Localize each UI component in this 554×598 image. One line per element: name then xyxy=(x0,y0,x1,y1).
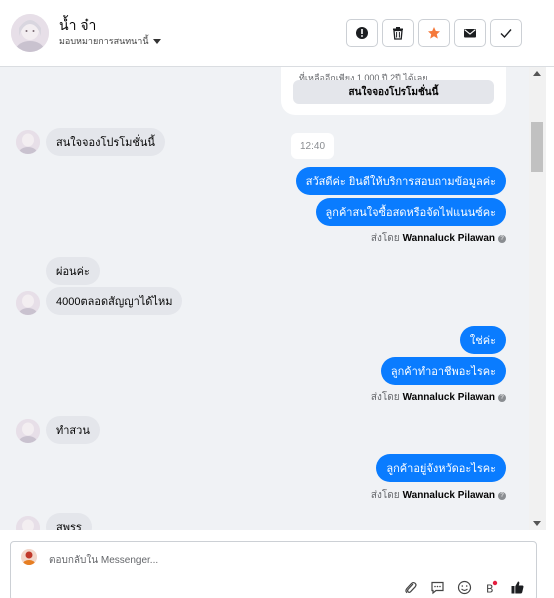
scroll-up-arrow-icon[interactable] xyxy=(533,71,541,76)
contact-avatar-small xyxy=(16,419,40,443)
message-timestamp: 12:40 xyxy=(291,133,334,159)
info-icon[interactable]: ? xyxy=(498,491,506,500)
mark-done-button[interactable] xyxy=(490,19,522,47)
incoming-message: 4000ตลอดสัญญาได้ไหม xyxy=(46,287,183,315)
thread-scrollbar[interactable] xyxy=(529,67,546,530)
sent-by-prefix: ส่งโดย xyxy=(370,233,400,244)
incoming-message: สพรร xyxy=(46,513,92,530)
svg-text:B: B xyxy=(486,583,494,596)
sent-by-prefix: ส่งโดย xyxy=(370,490,400,501)
outgoing-message: สวัสดีค่ะ ยินดีให้บริการสอบถามข้อมูลค่ะ xyxy=(295,167,506,195)
email-button[interactable] xyxy=(454,19,486,47)
page-avatar xyxy=(21,549,37,565)
emoji-icon[interactable] xyxy=(457,580,472,595)
envelope-icon xyxy=(464,29,476,38)
scroll-down-arrow-icon[interactable] xyxy=(533,521,541,526)
reply-placeholder: ตอบกลับใน Messenger... xyxy=(49,555,159,566)
contact-avatar-small xyxy=(16,291,40,315)
promotion-card-button[interactable]: สนใจจองโปรโมชั่นนี้ xyxy=(293,80,494,104)
sent-by-agent: Wannaluck Pilawan xyxy=(402,233,495,244)
incoming-message: ผ่อนค่ะ xyxy=(46,257,100,285)
outgoing-message: ลูกค้าสนใจซื้อสดหรือจัดไฟแนนซ์คะ xyxy=(315,198,506,226)
message-thread: ที่เหลืออีกเพียง 1,000 ปี 2ปี ได้เลย สนใ… xyxy=(0,67,529,530)
contact-avatar[interactable] xyxy=(11,14,49,52)
sent-by-label: ส่งโดย Wannaluck Pilawan ? xyxy=(371,488,506,503)
outgoing-message: ลูกค้าอยู่จังหวัดอะไรคะ xyxy=(376,454,506,482)
exclamation-icon xyxy=(356,27,368,39)
reply-input[interactable]: ตอบกลับใน Messenger... B xyxy=(10,541,537,598)
sent-by-label: ส่งโดย Wannaluck Pilawan ? xyxy=(371,231,506,246)
like-icon[interactable] xyxy=(510,580,525,595)
sent-by-label: ส่งโดย Wannaluck Pilawan ? xyxy=(371,390,506,405)
composer-area: ตอบกลับใน Messenger... B xyxy=(0,530,554,598)
assign-label: มอบหมายการสนทนานี้ xyxy=(59,36,149,46)
incoming-message: ทำสวน xyxy=(46,416,100,444)
sent-by-prefix: ส่งโดย xyxy=(370,392,400,403)
scrollbar-thumb[interactable] xyxy=(531,122,543,172)
contact-avatar-small xyxy=(16,130,40,154)
caret-down-icon xyxy=(152,38,161,44)
delete-button[interactable] xyxy=(382,19,414,47)
info-icon[interactable]: ? xyxy=(498,393,506,402)
trash-icon xyxy=(393,27,403,40)
info-icon[interactable]: ? xyxy=(498,234,506,243)
bot-icon[interactable]: B xyxy=(483,580,498,596)
incoming-message: สนใจจองโปรโมชั่นนี้ xyxy=(46,128,165,156)
conversation-header: น้ำ จ๋า มอบหมายการสนทนานี้ xyxy=(0,0,554,67)
sent-by-agent: Wannaluck Pilawan xyxy=(402,392,495,403)
star-icon xyxy=(428,27,440,39)
sent-by-agent: Wannaluck Pilawan xyxy=(402,490,495,501)
contact-avatar-small xyxy=(16,516,40,530)
mark-spam-button[interactable] xyxy=(346,19,378,47)
outgoing-message: ใช่ค่ะ xyxy=(459,326,506,354)
star-button[interactable] xyxy=(418,19,450,47)
check-icon xyxy=(500,29,512,39)
paperclip-icon[interactable] xyxy=(403,580,418,595)
promotion-card: ที่เหลืออีกเพียง 1,000 ปี 2ปี ได้เลย สนใ… xyxy=(281,67,506,115)
saved-reply-icon[interactable] xyxy=(430,580,445,595)
assign-conversation-dropdown[interactable]: มอบหมายการสนทนานี้ xyxy=(59,34,161,48)
outgoing-message: ลูกค้าทำอาชีพอะไรคะ xyxy=(380,357,506,385)
